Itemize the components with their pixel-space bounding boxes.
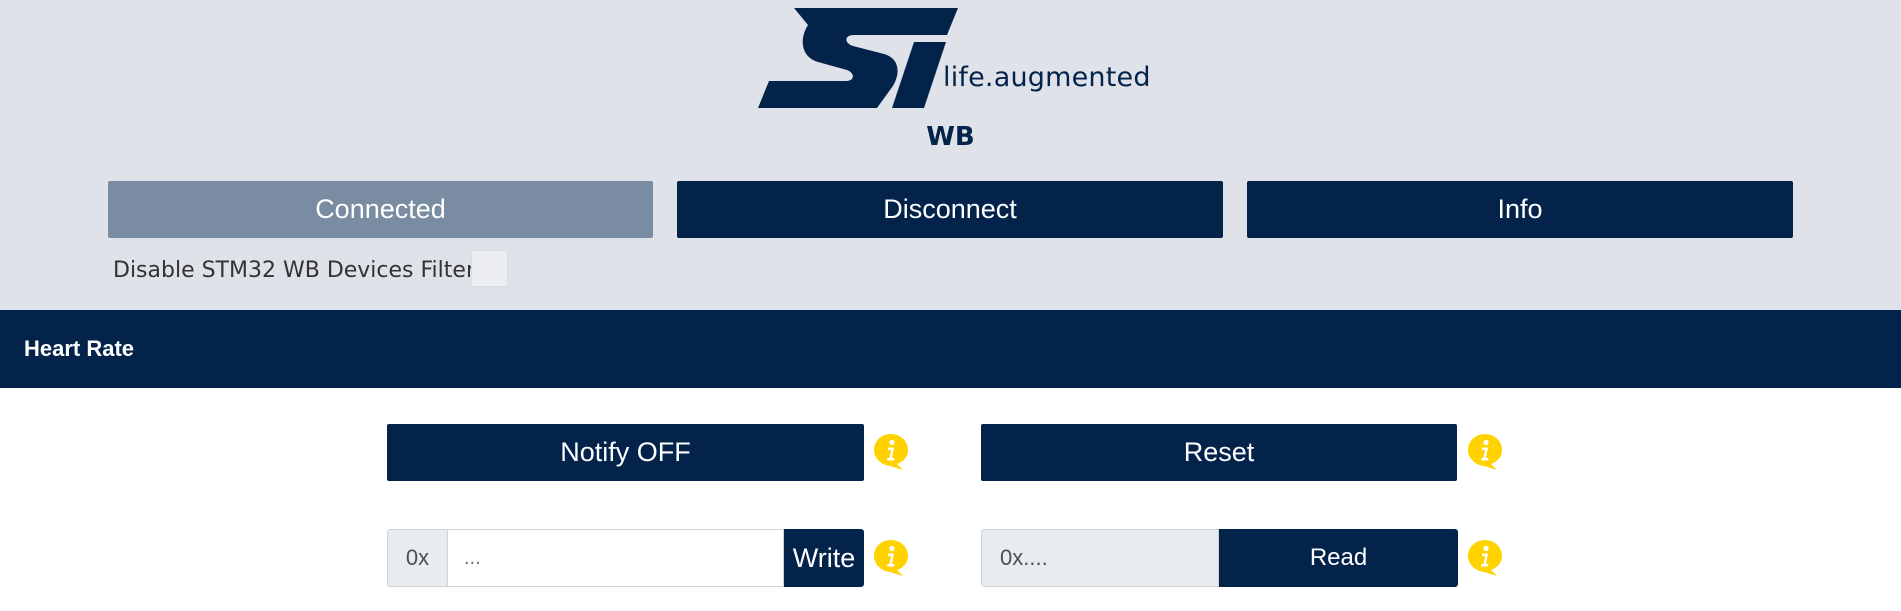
hex-prefix-label: 0x (387, 529, 447, 587)
disconnect-button[interactable]: Disconnect (677, 181, 1223, 238)
device-name: WB (926, 122, 975, 152)
reset-info-icon[interactable] (1466, 432, 1504, 472)
read-info-icon[interactable] (1466, 538, 1504, 578)
service-header: Heart Rate (0, 310, 1901, 388)
devices-filter-label: Disable STM32 WB Devices Filter (113, 257, 475, 283)
service-title: Heart Rate (24, 336, 135, 361)
header-panel: life.augmented WB Connected Disconnect I… (0, 0, 1901, 310)
write-value-input[interactable] (447, 529, 784, 587)
devices-filter-checkbox[interactable] (471, 250, 508, 287)
read-group: 0x.... Read (981, 529, 1458, 587)
write-group: 0x Write (387, 529, 864, 587)
notify-info-icon[interactable] (872, 432, 910, 472)
reset-button[interactable]: Reset (981, 424, 1457, 481)
info-button[interactable]: Info (1247, 181, 1793, 238)
write-info-icon[interactable] (872, 538, 910, 578)
brand-tagline: life.augmented (943, 62, 1151, 93)
st-logo-icon (758, 8, 958, 108)
notify-button[interactable]: Notify OFF (387, 424, 864, 481)
read-button[interactable]: Read (1219, 529, 1458, 587)
write-button[interactable]: Write (784, 529, 864, 587)
connected-button[interactable]: Connected (108, 181, 653, 238)
devices-filter-row: Disable STM32 WB Devices Filter (113, 252, 475, 288)
read-value-field: 0x.... (981, 529, 1219, 587)
